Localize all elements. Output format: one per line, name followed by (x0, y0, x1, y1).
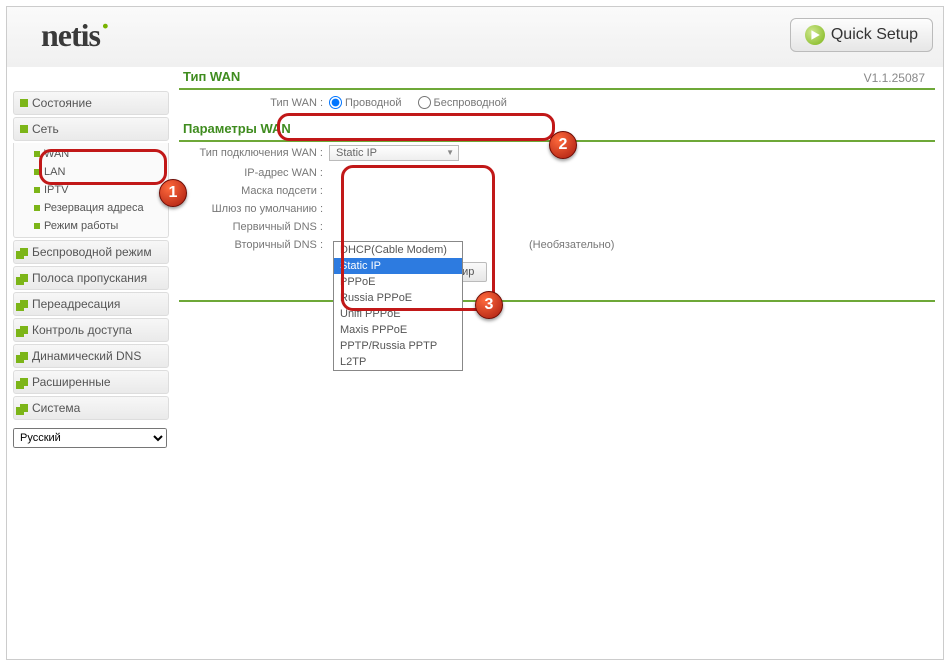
radio-wireless-input[interactable] (418, 96, 431, 109)
section-title-wan-type: Тип WAN (179, 63, 935, 90)
sidebar-child-iptv[interactable]: IPTV (14, 181, 168, 199)
logo: netis˙ (17, 17, 110, 54)
sidebar-item-wireless[interactable]: Беспроводной режим (13, 240, 169, 264)
wan-type-label: Тип WAN : (179, 97, 329, 109)
sidebar-child-lan[interactable]: LAN (14, 163, 168, 181)
play-icon (805, 25, 825, 45)
sidebar-item-system[interactable]: Система (13, 396, 169, 420)
quick-setup-button[interactable]: Quick Setup (790, 18, 933, 52)
sidebar-item-network[interactable]: Сеть (13, 117, 169, 141)
dns1-label: Первичный DNS : (179, 221, 329, 233)
conn-type-select[interactable]: Static IP (329, 145, 459, 161)
dns2-label: Вторичный DNS : (179, 239, 329, 251)
dropdown-item[interactable]: PPPoE (334, 274, 462, 290)
sidebar-child-mode[interactable]: Режим работы (14, 217, 168, 235)
version-text: V1.1.25087 (864, 71, 925, 85)
sidebar-item-forwarding[interactable]: Переадресация (13, 292, 169, 316)
conn-type-label: Тип подключения WAN : (179, 147, 329, 159)
quick-setup-label: Quick Setup (831, 26, 918, 44)
dropdown-item[interactable]: Maxis PPPoE (334, 322, 462, 338)
sidebar-children-network: WAN LAN IPTV Резервация адреса Режим раб… (13, 143, 169, 238)
ip-label: IP-адрес WAN : (179, 167, 329, 179)
radio-wired-input[interactable] (329, 96, 342, 109)
sidebar-item-bandwidth[interactable]: Полоса пропускания (13, 266, 169, 290)
sidebar-child-wan[interactable]: WAN (14, 145, 168, 163)
sidebar-item-advanced[interactable]: Расширенные (13, 370, 169, 394)
sidebar-item-access[interactable]: Контроль доступа (13, 318, 169, 342)
dropdown-item[interactable]: DHCP(Cable Modem) (334, 242, 462, 258)
sidebar: Состояние Сеть WAN LAN IPTV Резервация а… (7, 63, 175, 659)
sidebar-child-reservation[interactable]: Резервация адреса (14, 199, 168, 217)
header: netis˙ Quick Setup (7, 7, 943, 63)
annotation-badge-2: 2 (549, 131, 577, 159)
dropdown-item[interactable]: Static IP (334, 258, 462, 274)
sidebar-item-status[interactable]: Состояние (13, 91, 169, 115)
dropdown-item[interactable]: Unifi PPPoE (334, 306, 462, 322)
annotation-badge-3: 3 (475, 291, 503, 319)
radio-wired[interactable]: Проводной (329, 96, 402, 109)
radio-wireless[interactable]: Беспроводной (418, 96, 507, 109)
conn-type-dropdown[interactable]: DHCP(Cable Modem)Static IPPPPoERussia PP… (333, 241, 463, 371)
annotation-badge-1: 1 (159, 179, 187, 207)
dropdown-item[interactable]: PPTP/Russia PPTP (334, 338, 462, 354)
language-select[interactable]: Русский (13, 428, 167, 448)
mask-label: Маска подсети : (179, 185, 329, 197)
dropdown-item[interactable]: L2TP (334, 354, 462, 370)
sidebar-item-ddns[interactable]: Динамический DNS (13, 344, 169, 368)
gateway-label: Шлюз по умолчанию : (179, 203, 329, 215)
dropdown-item[interactable]: Russia PPPoE (334, 290, 462, 306)
